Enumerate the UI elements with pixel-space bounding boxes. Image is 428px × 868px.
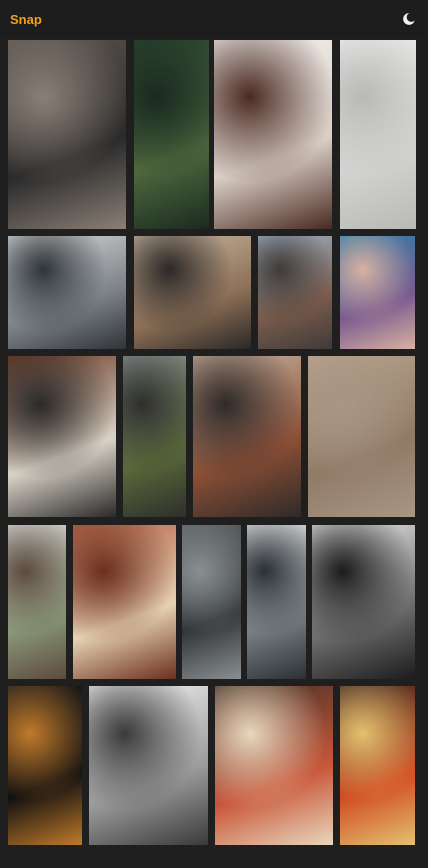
photo-winding-forest-road[interactable] (134, 40, 209, 229)
photo-image (89, 686, 208, 845)
photo-image (8, 525, 66, 679)
photo-tomato-soup[interactable] (340, 686, 415, 845)
photo-image (8, 356, 116, 517)
photo-image (258, 236, 332, 349)
photo-pizza-table[interactable] (215, 686, 333, 845)
photo-image (8, 236, 126, 349)
photo-building-looking-up[interactable] (89, 686, 208, 845)
photo-red-canyon[interactable] (73, 525, 176, 679)
photo-image (340, 686, 415, 845)
photo-image (340, 236, 415, 349)
photo-image (247, 525, 306, 679)
photo-camera-hands[interactable] (134, 236, 251, 349)
photo-city-through-fence[interactable] (8, 236, 126, 349)
photo-tower-bridge[interactable] (247, 525, 306, 679)
photo-image (308, 356, 415, 517)
photo-image (193, 356, 301, 517)
photo-image (215, 686, 333, 845)
photo-image (123, 356, 186, 517)
photo-image (73, 525, 176, 679)
photo-abstract-paint-waves[interactable] (340, 236, 415, 349)
photo-image (182, 525, 241, 679)
photo-image (134, 40, 209, 229)
photo-laptop-coding-desk[interactable] (8, 356, 116, 517)
app-root: Snap (0, 0, 428, 868)
photo-woman-with-flowers[interactable] (214, 40, 332, 229)
photo-bowery-street-bw[interactable] (312, 525, 415, 679)
photo-image (8, 686, 82, 845)
photo-harbor-house[interactable] (258, 236, 332, 349)
photo-woman-waving[interactable] (8, 525, 66, 679)
photo-image (214, 40, 332, 229)
photo-night-building[interactable] (8, 686, 82, 845)
photo-laptop-on-rug[interactable] (8, 40, 126, 229)
photo-mountain-valley[interactable] (123, 356, 186, 517)
photo-image (312, 525, 415, 679)
photo-image (8, 40, 126, 229)
photo-desert-texture[interactable] (308, 356, 415, 517)
photo-flatiron-building[interactable] (193, 356, 301, 517)
photo-image (340, 40, 416, 229)
photo-white-desk-laptop[interactable] (340, 40, 416, 229)
photo-ocean-waves-bw[interactable] (182, 525, 241, 679)
photo-image (134, 236, 251, 349)
photo-grid (0, 0, 428, 868)
